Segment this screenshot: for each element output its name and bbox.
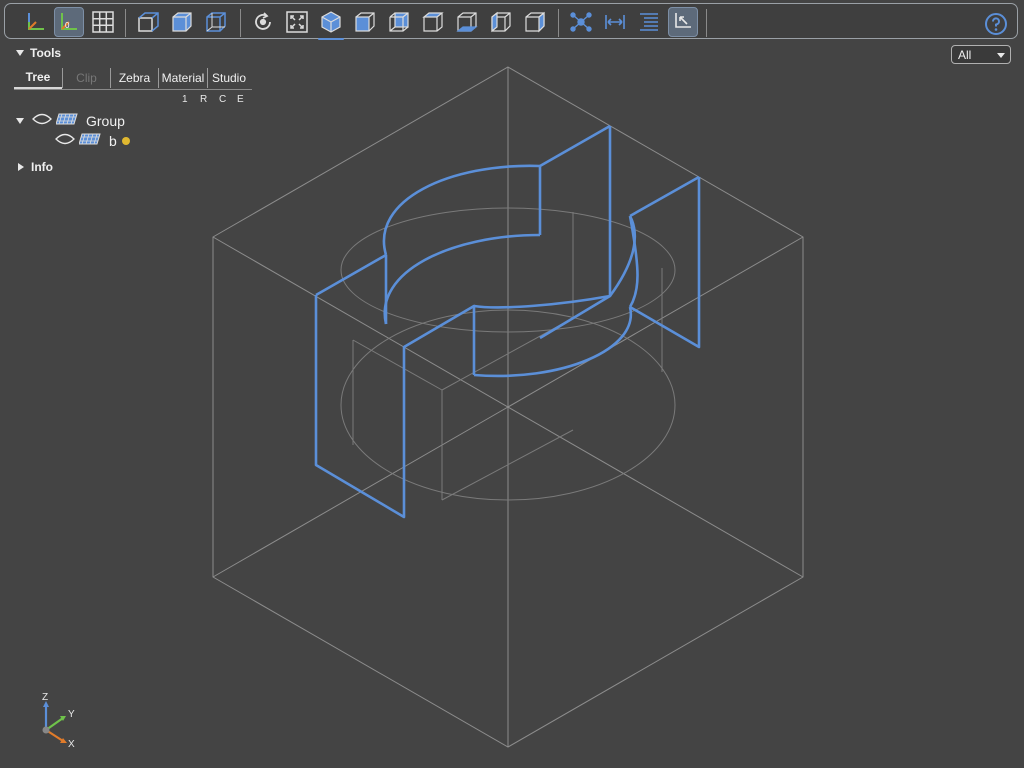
column-header-r[interactable]: R <box>200 94 207 105</box>
toolbar-separator <box>240 9 241 37</box>
svg-text:0: 0 <box>65 21 70 30</box>
chevron-down-icon <box>997 53 1005 58</box>
help-icon[interactable] <box>981 9 1011 39</box>
rear-view-icon[interactable] <box>384 7 414 37</box>
tab-zebra[interactable]: Zebra <box>111 66 158 89</box>
grid-icon[interactable] <box>88 7 118 37</box>
toolbar-separator <box>706 9 707 37</box>
tab-tree[interactable]: Tree <box>14 66 62 89</box>
tree-row-group[interactable]: Group <box>16 112 125 129</box>
triad-label-y: Y <box>68 709 75 720</box>
tools-panel-title: Tools <box>30 46 62 60</box>
info-section-toggle[interactable]: Info <box>18 160 53 174</box>
tab-material[interactable]: Material <box>159 66 207 89</box>
column-header-e[interactable]: E <box>237 94 244 105</box>
triad-label-x: X <box>68 739 75 750</box>
shaded-box-icon[interactable] <box>167 7 197 37</box>
axes-origin-icon[interactable]: 0 <box>54 7 84 37</box>
tree-row-b[interactable]: b <box>55 132 130 149</box>
perspective-icon[interactable] <box>133 7 163 37</box>
axis-triad: Z Y X <box>42 692 75 750</box>
visibility-eye-icon[interactable] <box>55 132 75 149</box>
expand-triangle-icon <box>18 163 24 171</box>
status-dot-icon <box>121 136 130 145</box>
tools-panel-toggle[interactable]: Tools <box>16 46 61 60</box>
viewport-3d[interactable] <box>0 0 1024 768</box>
tab-clip[interactable]: Clip <box>63 66 110 89</box>
measure-distance-icon[interactable] <box>600 7 630 37</box>
tree-label-b: b <box>109 132 117 149</box>
filter-dropdown-value: All <box>958 47 972 62</box>
toolbar-separator <box>558 9 559 37</box>
info-section-label: Info <box>31 160 53 174</box>
filter-dropdown[interactable]: All <box>951 45 1011 64</box>
triad-label-z: Z <box>42 692 48 703</box>
tree-label-group: Group <box>86 112 125 129</box>
collapse-triangle-icon[interactable] <box>16 117 24 124</box>
shape-stack-icon[interactable] <box>55 112 80 129</box>
shape-stack-icon[interactable] <box>78 132 103 149</box>
main-toolbar: 0 <box>4 3 1018 40</box>
iso-view-icon[interactable] <box>316 7 346 40</box>
axes-icon[interactable] <box>21 7 51 37</box>
column-header-c[interactable]: C <box>219 94 226 105</box>
front-view-icon[interactable] <box>350 7 380 37</box>
visibility-eye-icon[interactable] <box>32 112 52 129</box>
left-view-icon[interactable] <box>486 7 516 37</box>
fit-view-icon[interactable] <box>282 7 312 37</box>
reset-view-icon[interactable] <box>248 7 278 37</box>
tab-studio[interactable]: Studio <box>208 66 250 89</box>
right-view-icon[interactable] <box>520 7 550 37</box>
expand-triangle-icon <box>16 50 24 56</box>
column-header-1[interactable]: 1 <box>182 94 188 105</box>
explode-icon[interactable] <box>566 7 596 37</box>
top-view-icon[interactable] <box>418 7 448 37</box>
wireframe-box-icon[interactable] <box>201 7 231 37</box>
properties-list-icon[interactable] <box>634 7 664 37</box>
toolbar-separator <box>125 9 126 37</box>
tabs-underline <box>14 89 252 90</box>
bounding-box-wireframe <box>212 66 804 748</box>
bottom-view-icon[interactable] <box>452 7 482 37</box>
select-pointer-icon[interactable] <box>668 7 698 37</box>
